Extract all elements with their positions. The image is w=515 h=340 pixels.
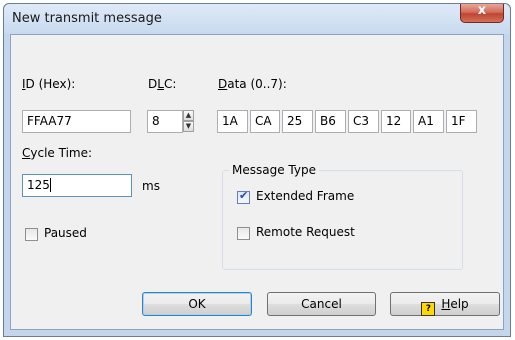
data-label: Data (0..7): — [218, 77, 287, 91]
paused-label[interactable]: Paused — [44, 226, 87, 240]
cycle-time-unit: ms — [142, 179, 160, 193]
spin-down-icon[interactable]: ▼ — [183, 121, 194, 132]
remote-request-label[interactable]: Remote Request — [256, 225, 355, 239]
text-caret — [49, 178, 51, 192]
data-byte-7[interactable]: 1F — [446, 110, 477, 133]
dialog-client-area: ID (Hex): FFAA77 DLC: 8 ▲ ▼ Data (0..7):… — [10, 34, 504, 330]
help-button[interactable]: ? Help — [390, 292, 500, 316]
close-button[interactable]: x — [460, 3, 504, 23]
message-type-title: Message Type — [229, 163, 319, 177]
id-hex-input[interactable]: FFAA77 — [22, 110, 131, 133]
data-byte-4[interactable]: C3 — [348, 110, 379, 133]
paused-checkbox[interactable] — [25, 228, 38, 241]
message-type-group — [222, 170, 463, 270]
title-bar[interactable]: New transmit message x — [4, 3, 510, 34]
ok-button[interactable]: OK — [142, 292, 252, 316]
dlc-spinner[interactable]: ▲ ▼ — [183, 110, 194, 133]
data-byte-0[interactable]: 1A — [217, 110, 248, 133]
cancel-button[interactable]: Cancel — [267, 292, 376, 316]
extended-frame-label[interactable]: Extended Frame — [256, 189, 354, 203]
cycle-time-label: Cycle Time: — [22, 146, 93, 160]
id-label: ID (Hex): — [22, 77, 76, 91]
data-byte-2[interactable]: 25 — [282, 110, 313, 133]
close-icon: x — [477, 3, 487, 18]
dlc-label: DLC: — [148, 77, 177, 91]
window-title: New transmit message — [12, 11, 162, 26]
spin-up-icon[interactable]: ▲ — [183, 110, 194, 121]
data-byte-5[interactable]: 12 — [381, 110, 411, 133]
extended-frame-checkbox[interactable] — [237, 189, 250, 204]
dialog-window: New transmit message x ID (Hex): FFAA77 … — [3, 3, 511, 337]
data-byte-3[interactable]: B6 — [315, 110, 346, 133]
help-icon: ? — [421, 302, 436, 316]
cycle-time-input[interactable]: 125 — [22, 174, 132, 197]
data-byte-1[interactable]: CA — [250, 110, 280, 133]
data-byte-6[interactable]: A1 — [413, 110, 444, 133]
remote-request-checkbox[interactable] — [237, 227, 250, 240]
dlc-input[interactable]: 8 — [147, 110, 183, 133]
